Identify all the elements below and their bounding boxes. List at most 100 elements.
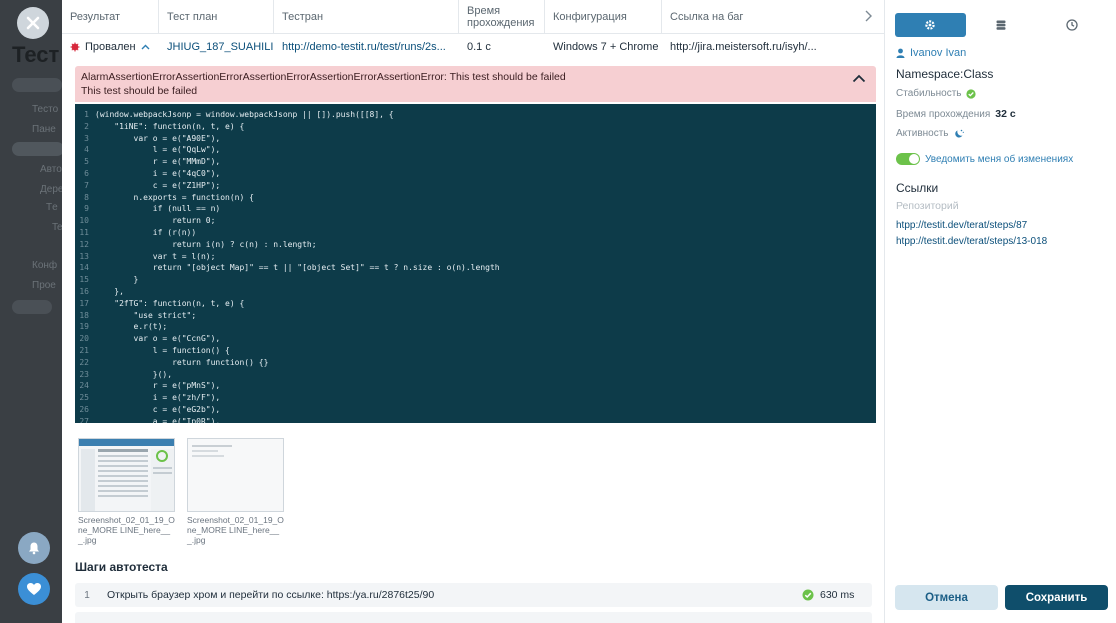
step-text: Открыть браузер хром и перейти по ссылке…: [107, 589, 435, 601]
code-line: 5 r = e("MMmD"),: [75, 157, 876, 169]
code-text: }: [95, 275, 139, 285]
code-text: var t = l(n);: [95, 251, 216, 261]
code-line: 18 "use strict";: [75, 311, 876, 323]
user-name: Ivanov Ivan: [910, 47, 967, 59]
attachment-thumbnail[interactable]: [78, 438, 175, 512]
code-line: 14 return "[object Map]" == t || "[objec…: [75, 263, 876, 275]
notify-label: Уведомить меня об изменениях: [925, 153, 1074, 165]
line-number: 1: [84, 110, 89, 119]
column-header-run[interactable]: Тестран: [274, 0, 459, 34]
code-line: 15 }: [75, 275, 876, 287]
code-line: 13 var t = l(n);: [75, 252, 876, 264]
configuration-cell: Windows 7 + Chrome: [553, 41, 659, 53]
close-button[interactable]: [17, 7, 49, 39]
notify-toggle-row[interactable]: Уведомить меня об изменениях: [896, 153, 1073, 165]
tab-settings[interactable]: [895, 13, 966, 37]
code-text: return function() {}: [95, 357, 269, 367]
code-line: 11 if (r(n)): [75, 228, 876, 240]
test-result-panel: Результат Тест план Тестран Время прохож…: [62, 0, 884, 623]
table-row[interactable]: Провален JHIUG_187_SUAHILI http://demo-t…: [62, 34, 884, 60]
result-status: Провален: [85, 41, 136, 53]
line-number: 18: [79, 310, 89, 320]
line-number: 24: [79, 381, 89, 391]
tab-history[interactable]: [1036, 13, 1107, 37]
list-item[interactable]: 1 Открыть браузер хром и перейти по ссыл…: [75, 583, 872, 607]
code-line: 7 c = e("Z1HP");: [75, 181, 876, 193]
external-link[interactable]: htpp://testit.dev/terat/steps/13-018: [896, 236, 1047, 247]
attachment-thumbnail[interactable]: [187, 438, 284, 512]
code-line: 6 i = e("4qC0"),: [75, 169, 876, 181]
error-title: AlarmAssertionErrorAssertionErrorAsserti…: [81, 71, 566, 83]
code-line: 19 e.r(t);: [75, 322, 876, 334]
code-line: 25 i = e("zh/F"),: [75, 393, 876, 405]
code-text: r = e("pMnS"),: [95, 381, 221, 391]
code-text: return "[object Map]" == t || "[object S…: [95, 263, 500, 273]
error-subtitle: This test should be failed: [81, 85, 198, 97]
notifications-button[interactable]: [18, 532, 50, 564]
column-header-plan[interactable]: Тест план: [159, 0, 274, 34]
code-text: if (r(n)): [95, 227, 197, 237]
attachment-caption: Screenshot_02_01_19_One_MORE LINE_here__…: [78, 515, 175, 545]
screenshot-preview-icon: [188, 439, 283, 511]
links-title: Ссылки: [896, 181, 939, 195]
column-header-time[interactable]: Время прохождения: [459, 0, 545, 34]
clock-icon: [1066, 19, 1078, 31]
line-number: 27: [79, 416, 89, 423]
code-line: 12 return i(n) ? c(n) : n.length;: [75, 240, 876, 252]
step-duration: 630 ms: [802, 589, 872, 601]
close-icon: [26, 16, 40, 30]
attachment-item[interactable]: Screenshot_02_01_19_One_MORE LINE_here__…: [78, 438, 175, 545]
notify-toggle[interactable]: [896, 153, 920, 165]
chevron-up-icon[interactable]: [141, 44, 150, 50]
column-header-config[interactable]: Конфигурация: [545, 0, 662, 34]
line-number: 2: [84, 121, 89, 131]
tab-storage[interactable]: [966, 13, 1037, 37]
collapse-error-button[interactable]: [852, 74, 866, 86]
gear-icon: [925, 20, 936, 30]
line-number: 8: [84, 192, 89, 202]
cancel-button[interactable]: Отмена: [895, 585, 998, 610]
list-item[interactable]: [75, 612, 872, 623]
code-line: 21 l = function() {: [75, 346, 876, 358]
code-line: 4 l = e("QqLw"),: [75, 145, 876, 157]
code-line: 8 n.exports = function(n) {: [75, 193, 876, 205]
side-panel-tabs: [895, 13, 1107, 37]
attachment-item[interactable]: Screenshot_02_01_19_One_MORE LINE_here__…: [187, 438, 284, 545]
column-header-result[interactable]: Результат: [62, 0, 159, 34]
code-line: 23 }(),: [75, 370, 876, 382]
column-header-bug[interactable]: Ссылка на баг: [662, 0, 884, 34]
code-line: 2 "1iNE": function(n, t, e) {: [75, 122, 876, 134]
background-pill: [12, 300, 52, 314]
favorite-button[interactable]: [18, 573, 50, 605]
background-pill: [12, 142, 64, 156]
step-duration-value: 630 ms: [820, 589, 855, 601]
activity-row: Активность: [896, 128, 965, 139]
line-number: 26: [79, 404, 89, 414]
background-title: Тест: [12, 42, 60, 67]
test-run-link[interactable]: http://demo-testit.ru/test/runs/2s...: [274, 41, 459, 53]
details-side-panel: Ivanov Ivan Namespace:Class Стабильность…: [884, 0, 1116, 623]
code-text: e.r(t);: [95, 322, 168, 332]
code-text: if (null == n): [95, 204, 221, 214]
save-button[interactable]: Сохранить: [1005, 585, 1108, 610]
code-line: 16 },: [75, 287, 876, 299]
test-plan-link[interactable]: JHIUG_187_SUAHILI: [159, 41, 274, 53]
line-number: 17: [79, 298, 89, 308]
code-line: 10 return 0;: [75, 216, 876, 228]
stack-trace-code[interactable]: 1 (window.webpackJsonp = window.webpackJs…: [75, 104, 876, 423]
user-link[interactable]: Ivanov Ivan: [896, 47, 966, 59]
code-text: c = e("Z1HP");: [95, 180, 221, 190]
code-line: 9 if (null == n): [75, 204, 876, 216]
code-text: },: [95, 286, 124, 296]
stability-row: Стабильность: [896, 88, 977, 99]
error-message: AlarmAssertionErrorAssertionErrorAsserti…: [75, 66, 876, 102]
result-cell: Провален: [62, 41, 159, 53]
line-number: 19: [79, 322, 89, 332]
line-number: 23: [79, 369, 89, 379]
bug-link[interactable]: http://jira.meistersoft.ru/isyh/...: [662, 41, 862, 53]
code-text: (window.webpackJsonp = window.webpackJso…: [95, 110, 394, 119]
step-number: 1: [84, 589, 90, 601]
external-link[interactable]: htpp://testit.dev/terat/steps/87: [896, 220, 1027, 231]
scroll-right-button[interactable]: [864, 10, 872, 25]
check-circle-icon: [966, 88, 977, 99]
